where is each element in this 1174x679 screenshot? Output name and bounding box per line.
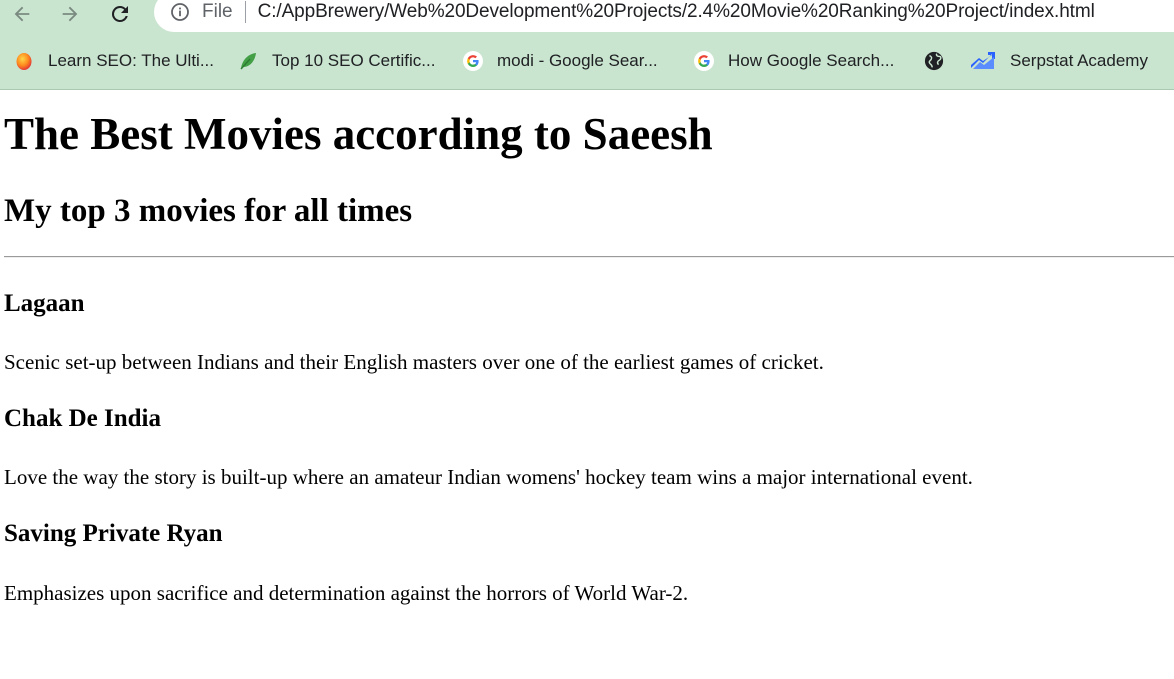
bookmark-modi-google[interactable]: modi - Google Sear... (463, 44, 658, 78)
serpstat-icon (970, 51, 996, 71)
movie-title: Chak De India (4, 405, 161, 432)
divider (4, 256, 1174, 258)
bookmark-label: Learn SEO: The Ulti... (48, 51, 214, 70)
movie-title: Saving Private Ryan (4, 520, 223, 547)
address-bar[interactable]: File C:/AppBrewery/Web%20Development%20P… (154, 0, 1174, 32)
url-text[interactable]: C:/AppBrewery/Web%20Development%20Projec… (258, 1, 1095, 23)
forward-button[interactable] (56, 0, 84, 28)
browser-toolbar: File C:/AppBrewery/Web%20Development%20P… (0, 0, 1174, 32)
google-icon (463, 51, 483, 71)
back-button[interactable] (8, 0, 36, 28)
reload-icon (111, 5, 128, 22)
bookmark-serpstat-academy[interactable]: Serpstat Academy (970, 44, 1148, 78)
movie-title: Lagaan (4, 290, 85, 317)
bookmark-label: Top 10 SEO Certific... (272, 51, 436, 70)
page-subtitle: My top 3 movies for all times (4, 193, 413, 229)
google-icon (694, 51, 714, 71)
file-label: File (202, 1, 233, 22)
globe-icon (924, 51, 944, 71)
arrow-right-icon (62, 6, 78, 22)
bookmark-top-10-seo[interactable]: Top 10 SEO Certific... (238, 44, 435, 78)
arrow-left-icon (14, 6, 30, 22)
bookmark-label: modi - Google Sear... (497, 51, 658, 70)
reload-button[interactable] (106, 0, 134, 28)
bookmark-globe[interactable] (924, 44, 958, 78)
bookmark-label: Serpstat Academy (1010, 51, 1148, 70)
bookmark-label: How Google Search... (728, 51, 895, 70)
info-icon[interactable] (170, 2, 190, 22)
bookmark-learn-seo[interactable]: Learn SEO: The Ulti... (14, 44, 214, 78)
browser-chrome: File C:/AppBrewery/Web%20Development%20P… (0, 0, 1174, 90)
movie-description: Scenic set-up between Indians and their … (4, 350, 824, 374)
movie-description: Emphasizes upon sacrifice and determinat… (4, 581, 689, 605)
leaf-icon (238, 51, 258, 71)
page-title: The Best Movies according to Saeesh (4, 109, 713, 159)
bookmark-how-google-search[interactable]: How Google Search... (694, 44, 894, 78)
bookmarks-bar: Learn SEO: The Ulti... Top 10 SEO Certif… (0, 44, 1174, 78)
orange-circle-icon (14, 51, 34, 71)
omnibox-divider (244, 1, 246, 23)
movie-description: Love the way the story is built-up where… (4, 465, 973, 489)
